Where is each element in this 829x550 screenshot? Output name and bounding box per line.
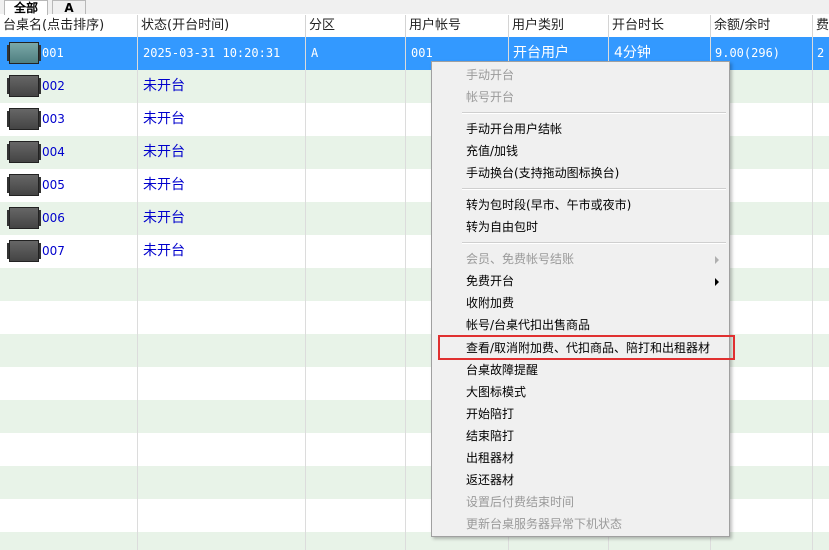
pool-table-icon[interactable] [7,240,41,262]
pool-table-icon[interactable] [7,141,41,163]
menu-item-label: 会员、免费帐号结账 [466,252,575,266]
table-status: 未开台 [143,210,185,226]
column-divider [405,37,406,550]
column-header-zone[interactable]: 分区 [306,15,406,37]
menu-item-free-time-package[interactable]: 转为自由包时 [432,216,729,238]
column-header-balance[interactable]: 余额/余时 [711,15,813,37]
tab-a[interactable]: A [52,0,86,15]
table-status: 未开台 [143,78,185,94]
submenu-arrow-icon [715,278,719,286]
table-header: 台桌名(点击排序) 状态(开台时间) 分区 用户帐号 用户类别 开台时长 余额/… [0,15,829,38]
menu-item-set-postpaid-end[interactable]: 设置后付费结束时间 [432,491,729,513]
table-name: 005 [42,178,65,192]
menu-item-end-companion[interactable]: 结束陪打 [432,425,729,447]
pool-table-icon[interactable] [7,174,41,196]
context-menu: 手动开台 帐号开台 手动开台用户结帐 充值/加钱 手动换台(支持拖动图标换台) … [431,61,730,537]
menu-item-recharge[interactable]: 充值/加钱 [432,140,729,162]
menu-separator [462,242,726,244]
menu-separator [462,112,726,114]
menu-item-update-offline-status[interactable]: 更新台桌服务器异常下机状态 [432,513,729,535]
tab-all[interactable]: 全部 [4,0,48,15]
column-header-user-type[interactable]: 用户类别 [509,15,609,37]
table-status: 未开台 [143,243,185,259]
table-account: 001 [411,46,433,60]
column-divider [305,37,306,550]
table-name: 004 [42,145,65,159]
submenu-arrow-icon [715,256,719,264]
menu-item-account-open[interactable]: 帐号开台 [432,86,729,108]
table-status: 2025-03-31 10:20:31 [143,46,281,60]
table-status: 未开台 [143,144,185,160]
table-status: 未开台 [143,111,185,127]
menu-item-fault-reminder[interactable]: 台桌故障提醒 [432,359,729,381]
menu-item-surcharge[interactable]: 收附加费 [432,292,729,314]
column-header-account[interactable]: 用户帐号 [406,15,509,37]
table-zone: A [311,46,319,60]
menu-item-manual-open[interactable]: 手动开台 [432,64,729,86]
table-status: 未开台 [143,177,185,193]
table-name: 001 [42,46,64,60]
column-header-duration[interactable]: 开台时长 [609,15,711,37]
menu-item-rent-equipment[interactable]: 出租器材 [432,447,729,469]
pool-table-icon[interactable] [7,207,41,229]
column-header-fee[interactable]: 费 [813,15,829,37]
pool-table-icon[interactable] [7,75,41,97]
menu-item-manual-checkout[interactable]: 手动开台用户结帐 [432,118,729,140]
table-name: 003 [42,112,65,126]
menu-item-member-checkout[interactable]: 会员、免费帐号结账 [432,248,729,270]
column-header-status[interactable]: 状态(开台时间) [138,15,306,37]
menu-item-time-package[interactable]: 转为包时段(早市、午市或夜市) [432,194,729,216]
menu-item-return-equipment[interactable]: 返还器材 [432,469,729,491]
menu-separator [462,188,726,190]
column-divider [137,37,138,550]
menu-item-free-open[interactable]: 免费开台 [432,270,729,292]
menu-item-large-icon-mode[interactable]: 大图标模式 [432,381,729,403]
table-name: 006 [42,211,65,225]
table-name: 007 [42,244,65,258]
menu-item-start-companion[interactable]: 开始陪打 [432,403,729,425]
menu-item-label: 免费开台 [466,274,515,288]
menu-item-sell-goods[interactable]: 帐号/台桌代扣出售商品 [432,314,729,336]
highlight-box [438,335,735,360]
pool-table-icon[interactable] [7,42,41,64]
column-header-table-name[interactable]: 台桌名(点击排序) [0,15,138,37]
menu-item-switch-table[interactable]: 手动换台(支持拖动图标换台) [432,162,729,184]
pool-table-icon[interactable] [7,108,41,130]
table-fee: 2 [817,46,825,60]
column-divider [812,37,813,550]
tab-bar: 全部 A [0,0,829,15]
table-name: 002 [42,79,65,93]
